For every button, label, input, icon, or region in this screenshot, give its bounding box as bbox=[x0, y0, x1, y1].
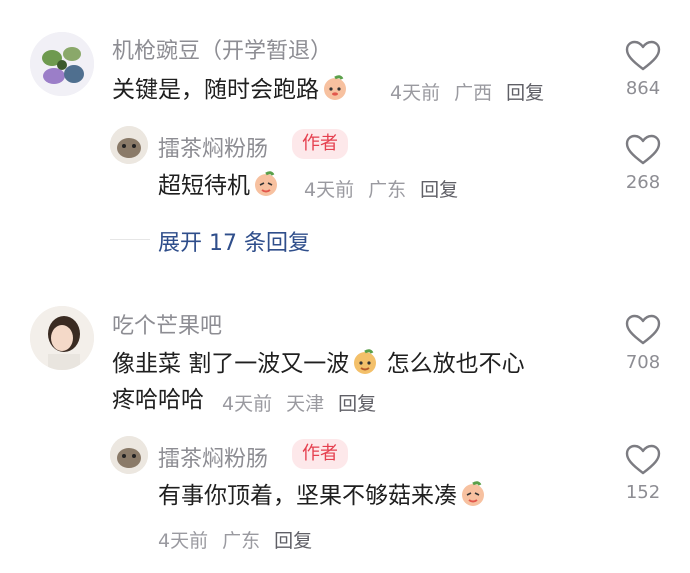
peach-face-emoji-icon bbox=[321, 74, 349, 115]
comment-meta: 4天前 天津 回复 bbox=[222, 389, 390, 416]
like-count: 708 bbox=[625, 352, 661, 373]
reply-time: 4天前 bbox=[158, 530, 209, 552]
author-avatar-icon bbox=[110, 436, 148, 474]
like-count: 152 bbox=[625, 482, 661, 503]
heart-outline-icon bbox=[625, 314, 661, 345]
expand-replies-link[interactable]: 展开 17 条回复 bbox=[158, 225, 310, 257]
avatar[interactable] bbox=[30, 306, 94, 370]
like-button[interactable]: 268 bbox=[618, 134, 668, 193]
reply-text-body: 超短待机 bbox=[158, 173, 250, 199]
like-button[interactable]: 708 bbox=[618, 314, 668, 373]
comment-time: 4天前 bbox=[222, 393, 273, 415]
reply-author[interactable]: 擂茶焖粉肠 bbox=[158, 441, 268, 473]
reply-text: 超短待机 bbox=[158, 166, 280, 211]
reply-text: 有事你顶着，坚果不够菇来凑 bbox=[158, 476, 487, 521]
comment-author[interactable]: 吃个芒果吧 bbox=[112, 308, 222, 340]
reply-button[interactable]: 回复 bbox=[274, 530, 312, 552]
reply-time: 4天前 bbox=[304, 179, 355, 201]
girl-avatar-icon bbox=[30, 306, 94, 370]
author-badge: 作者 bbox=[292, 439, 348, 469]
reply-button[interactable]: 回复 bbox=[338, 393, 376, 415]
comment-author[interactable]: 机枪豌豆（开学暂退） bbox=[112, 33, 332, 65]
comment-text: 关键是，随时会跑路 bbox=[112, 70, 349, 115]
reply-text-body: 有事你顶着，坚果不够菇来凑 bbox=[158, 483, 457, 509]
reply-location: 广东 bbox=[222, 530, 261, 552]
reply-meta: 4天前 广东 回复 bbox=[158, 526, 326, 553]
comment-location: 广西 bbox=[454, 82, 493, 104]
comment-text-body: 关键是，随时会跑路 bbox=[112, 77, 319, 103]
author-badge: 作者 bbox=[292, 129, 348, 159]
peach-face-emoji-icon bbox=[252, 170, 280, 211]
heart-outline-icon bbox=[625, 134, 661, 165]
comment-text-line1: 像韭菜 割了一波又一波 bbox=[112, 351, 350, 377]
reply-location: 广东 bbox=[368, 179, 407, 201]
pea-shooter-avatar-icon bbox=[30, 32, 94, 96]
peach-face-emoji-icon bbox=[351, 348, 379, 389]
comment-text-line2: 疼哈哈哈 bbox=[112, 387, 204, 413]
avatar[interactable] bbox=[30, 32, 94, 96]
like-count: 864 bbox=[625, 78, 661, 99]
like-button[interactable]: 864 bbox=[618, 40, 668, 99]
like-count: 268 bbox=[625, 172, 661, 193]
avatar[interactable] bbox=[110, 126, 148, 164]
reply-button[interactable]: 回复 bbox=[506, 82, 544, 104]
comment-location: 天津 bbox=[286, 393, 325, 415]
heart-outline-icon bbox=[625, 40, 661, 71]
avatar[interactable] bbox=[110, 436, 148, 474]
comment-time: 4天前 bbox=[390, 82, 441, 104]
divider bbox=[110, 239, 150, 240]
heart-outline-icon bbox=[625, 444, 661, 475]
like-button[interactable]: 152 bbox=[618, 444, 668, 503]
comment-text-line1-tail: 怎么放也不心 bbox=[386, 351, 525, 377]
peach-face-emoji-icon bbox=[459, 480, 487, 521]
author-avatar-icon bbox=[110, 126, 148, 164]
reply-meta: 4天前 广东 回复 bbox=[304, 175, 472, 202]
reply-author[interactable]: 擂茶焖粉肠 bbox=[158, 131, 268, 163]
reply-button[interactable]: 回复 bbox=[420, 179, 458, 201]
comment-meta: 4天前 广西 回复 bbox=[390, 78, 558, 105]
